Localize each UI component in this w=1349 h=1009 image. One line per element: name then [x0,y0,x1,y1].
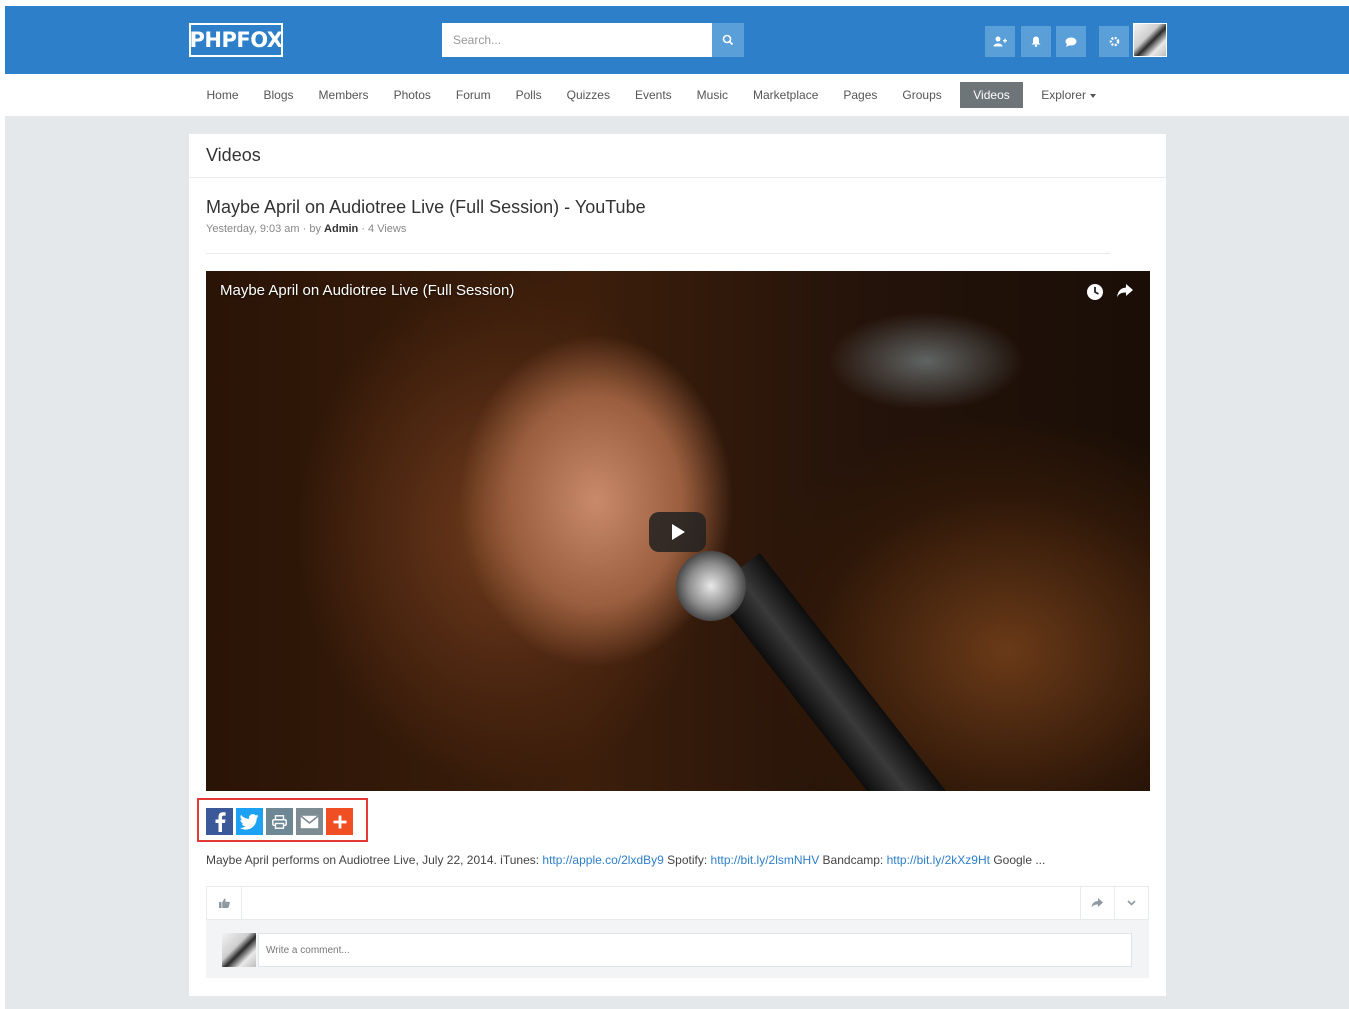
nav-item-members[interactable]: Members [306,82,381,108]
twitter-icon [240,813,259,830]
notifications-button[interactable] [1021,26,1051,57]
commenter-avatar [222,933,256,967]
bandcamp-link[interactable]: http://bit.ly/2kXz9Ht [887,853,990,867]
search-button[interactable] [712,23,744,57]
divider [206,253,1110,254]
user-avatar[interactable] [1133,23,1167,57]
nav-item-events[interactable]: Events [622,82,684,108]
itunes-link[interactable]: http://apple.co/2lxdBy9 [542,853,663,867]
spotify-link[interactable]: http://bit.ly/2lsmNHV [711,853,820,867]
messages-button[interactable] [1056,26,1086,57]
nav-item-groups[interactable]: Groups [890,82,954,108]
video-detail-card: Videos Maybe April on Audiotree Live (Fu… [189,134,1166,996]
chevron-down-icon [1127,900,1136,906]
description-text: Google ... [989,853,1046,867]
feedback-bar [206,886,1149,920]
comment-area: Write a comment... [206,920,1149,978]
divider [189,177,1166,178]
play-button[interactable] [649,512,706,552]
friend-requests-button[interactable] [985,26,1015,57]
print-button[interactable] [266,808,293,835]
chat-icon [1065,37,1077,47]
nav-item-music[interactable]: Music [684,82,740,108]
video-title: Maybe April on Audiotree Live (Full Sess… [206,197,646,217]
nav-item-blogs[interactable]: Blogs [251,82,306,108]
author-link[interactable]: Admin [324,223,358,235]
nav-item-explorer-label: Explorer [1041,88,1086,102]
envelope-icon [300,814,319,828]
description-text: Spotify: [663,853,711,867]
comment-input[interactable]: Write a comment... [258,933,1132,967]
settings-button[interactable] [1099,26,1129,57]
share-button[interactable] [1080,887,1112,919]
facebook-icon [215,811,226,832]
player-title[interactable]: Maybe April on Audiotree Live (Full Sess… [220,282,514,299]
video-frame-mic [711,552,951,791]
nav-item-quizzes[interactable]: Quizzes [554,82,622,108]
video-date: Yesterday, 9:03 am [206,223,300,235]
search-icon [722,34,734,46]
video-description: Maybe April performs on Audiotree Live, … [206,853,1045,867]
nav-item-marketplace[interactable]: Marketplace [741,82,831,108]
video-player[interactable]: Maybe April on Audiotree Live (Full Sess… [206,271,1150,791]
view-count: · 4 Views [361,223,407,235]
more-options-button[interactable] [1114,887,1148,919]
gear-icon [1109,36,1119,47]
description-text: Bandcamp: [819,853,887,867]
play-icon [671,524,685,540]
twitter-share-button[interactable] [236,808,263,835]
thumbs-up-icon [218,898,230,908]
site-logo[interactable]: PHPFOX [189,23,283,57]
nav-item-forum[interactable]: Forum [443,82,503,108]
by-label: · by [302,223,321,235]
nav-item-pages[interactable]: Pages [831,82,890,108]
nav-item-videos[interactable]: Videos [960,82,1023,108]
like-button[interactable] [207,887,242,919]
nav-item-explorer[interactable]: Explorer [1029,82,1109,108]
plus-icon [333,815,346,828]
share-arrow-icon [1091,898,1103,908]
video-meta: Yesterday, 9:03 am · by Admin · 4 Views [206,223,406,235]
main-nav: Home Blogs Members Photos Forum Polls Qu… [5,74,1349,116]
search-input[interactable]: Search... [442,23,712,57]
facebook-share-button[interactable] [206,808,233,835]
nav-item-photos[interactable]: Photos [381,82,443,108]
description-text: Maybe April performs on Audiotree Live, … [206,853,543,867]
caret-down-icon [1089,93,1096,98]
nav-item-polls[interactable]: Polls [503,82,554,108]
section-title: Videos [206,145,261,165]
share-arrow-icon[interactable] [1116,283,1134,299]
nav-item-home[interactable]: Home [194,82,251,108]
print-icon [272,814,287,829]
add-friend-icon [993,36,1007,47]
more-share-button[interactable] [326,808,353,835]
video-frame-mic-head [676,551,746,621]
watch-later-icon[interactable] [1086,283,1104,301]
email-share-button[interactable] [296,808,323,835]
bell-icon [1031,36,1041,47]
top-bar: PHPFOX Search... [5,6,1349,74]
